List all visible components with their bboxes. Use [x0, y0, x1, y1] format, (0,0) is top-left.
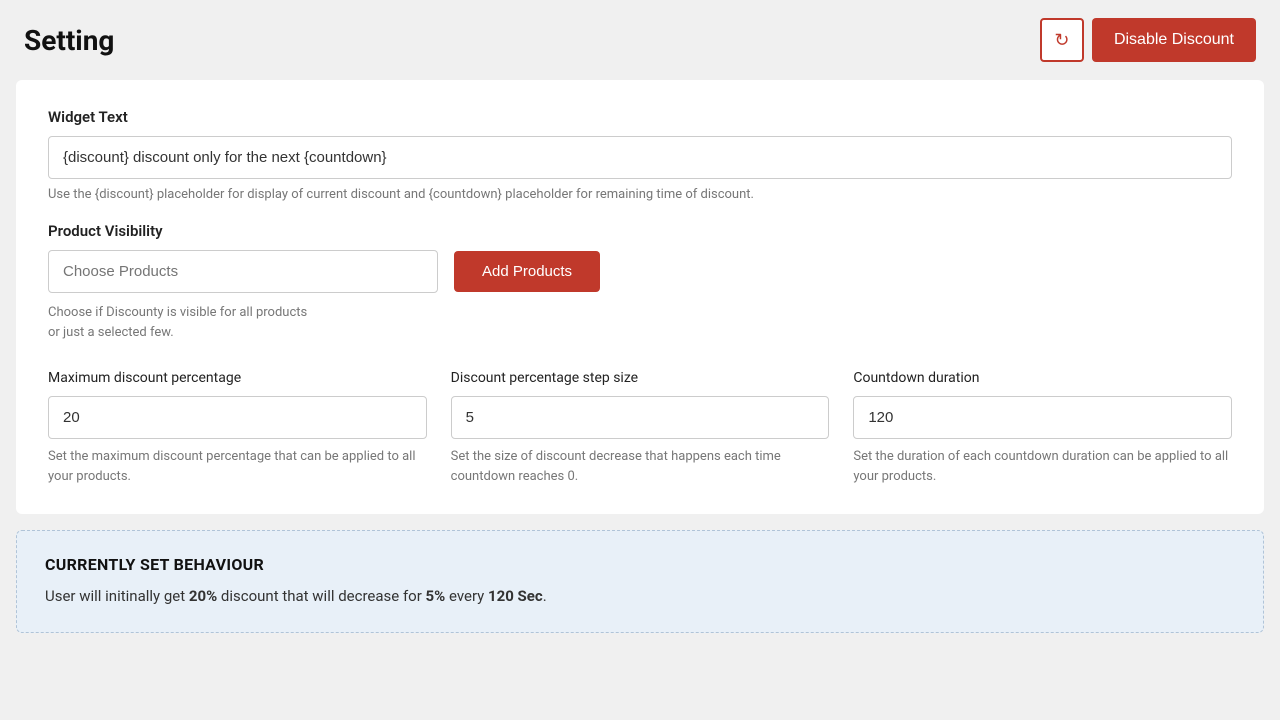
add-products-button[interactable]: Add Products — [454, 251, 600, 292]
product-visibility-hint: Choose if Discounty is visible for all p… — [48, 303, 428, 342]
step-size-input[interactable] — [451, 396, 830, 439]
countdown-hint: Set the duration of each countdown durat… — [853, 447, 1232, 486]
header-actions: ↻ Disable Discount — [1040, 18, 1256, 62]
product-visibility-label: Product Visibility — [48, 222, 1232, 240]
page-title: Setting — [24, 24, 114, 57]
metrics-row: Maximum discount percentage Set the maxi… — [48, 370, 1232, 486]
max-discount-block: Maximum discount percentage Set the maxi… — [48, 370, 427, 486]
behaviour-prefix: User will initinally get — [45, 587, 189, 605]
countdown-block: Countdown duration Set the duration of e… — [853, 370, 1232, 486]
refresh-icon: ↻ — [1054, 30, 1069, 51]
behaviour-card: CURRENTLY SET BEHAVIOUR User will initin… — [16, 530, 1264, 633]
step-size-block: Discount percentage step size Set the si… — [451, 370, 830, 486]
product-visibility-section: Product Visibility Add Products Choose i… — [48, 222, 1232, 342]
step-size-hint: Set the size of discount decrease that h… — [451, 447, 830, 486]
countdown-input[interactable] — [853, 396, 1232, 439]
header: Setting ↻ Disable Discount — [0, 0, 1280, 80]
widget-text-hint: Use the {discount} placeholder for displ… — [48, 187, 1232, 202]
product-visibility-row: Add Products — [48, 250, 1232, 293]
behaviour-suffix: . — [543, 587, 547, 605]
behaviour-title: CURRENTLY SET BEHAVIOUR — [45, 555, 1235, 574]
behaviour-middle2: every — [445, 587, 488, 605]
behaviour-middle: discount that will decrease for — [217, 587, 425, 605]
max-discount-label: Maximum discount percentage — [48, 370, 427, 386]
disable-discount-button[interactable]: Disable Discount — [1092, 18, 1256, 62]
max-discount-input[interactable] — [48, 396, 427, 439]
behaviour-discount-value: 20% — [189, 587, 217, 605]
main-card: Widget Text Use the {discount} placehold… — [16, 80, 1264, 514]
widget-text-section: Widget Text Use the {discount} placehold… — [48, 108, 1232, 202]
max-discount-hint: Set the maximum discount percentage that… — [48, 447, 427, 486]
widget-text-input[interactable] — [48, 136, 1232, 179]
countdown-label: Countdown duration — [853, 370, 1232, 386]
choose-products-input[interactable] — [48, 250, 438, 293]
behaviour-countdown-value: 120 Sec — [488, 587, 543, 605]
behaviour-text: User will initinally get 20% discount th… — [45, 584, 1235, 608]
refresh-button[interactable]: ↻ — [1040, 18, 1084, 62]
behaviour-step-value: 5% — [426, 587, 446, 605]
step-size-label: Discount percentage step size — [451, 370, 830, 386]
widget-text-label: Widget Text — [48, 108, 1232, 126]
